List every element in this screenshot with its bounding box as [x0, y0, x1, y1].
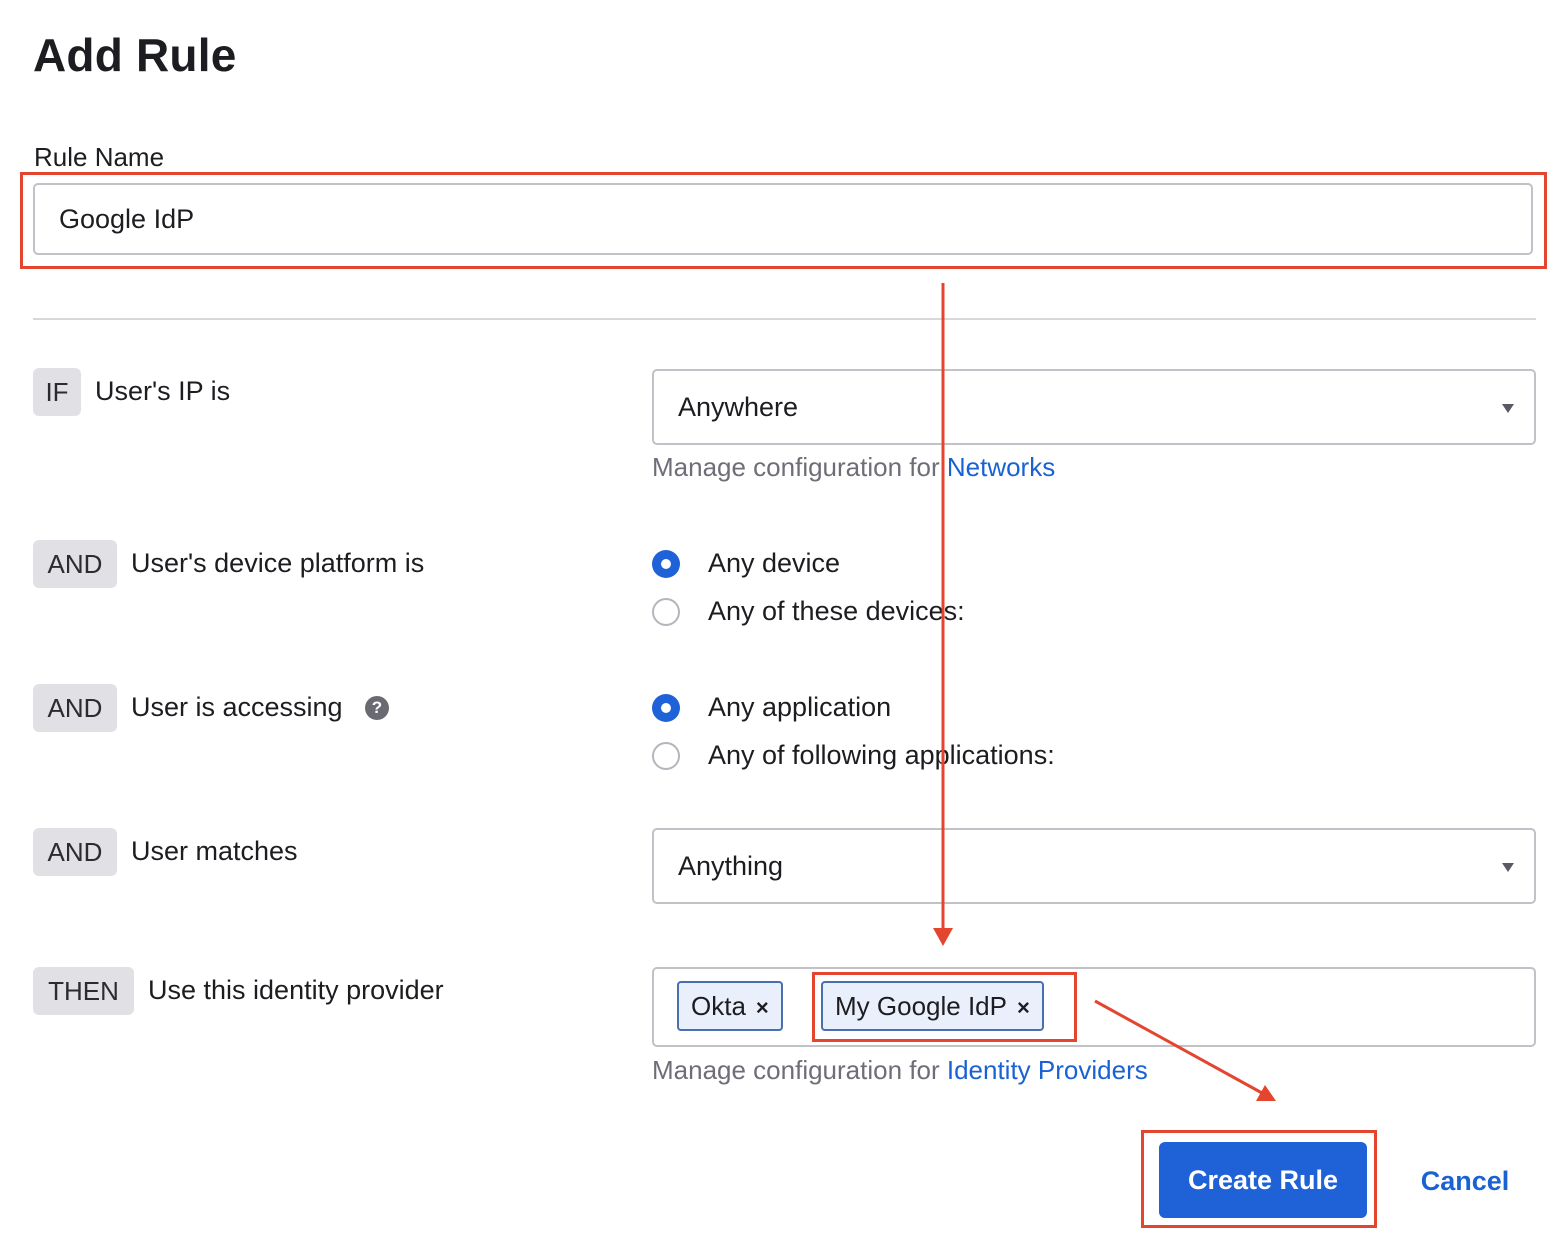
create-rule-button[interactable]: Create Rule — [1159, 1142, 1367, 1218]
chip-okta: Okta × — [677, 981, 783, 1031]
condition-label-user-matches: User matches — [131, 836, 298, 866]
condition-operator-and: AND — [33, 540, 117, 588]
cancel-button[interactable]: Cancel — [1405, 1155, 1525, 1207]
rule-name-input[interactable]: Google IdP — [33, 183, 1533, 255]
ip-select[interactable]: Anywhere — [652, 369, 1536, 445]
divider — [33, 318, 1536, 320]
chevron-down-icon — [1502, 404, 1514, 413]
help-icon[interactable]: ? — [365, 696, 389, 720]
networks-help-text: Manage configuration for Networks — [652, 452, 1055, 483]
condition-label-accessing: User is accessing — [131, 692, 343, 722]
chip-label: My Google IdP — [835, 991, 1007, 1021]
close-icon[interactable]: × — [1017, 995, 1030, 1020]
condition-label-identity-provider: Use this identity provider — [148, 975, 444, 1005]
user-matches-select[interactable]: Anything — [652, 828, 1536, 904]
radio-label-following-applications[interactable]: Any of following applications: — [708, 740, 1055, 771]
idp-help-prefix: Manage configuration for — [652, 1055, 940, 1085]
radio-label-any-application[interactable]: Any application — [708, 692, 891, 723]
condition-operator-and: AND — [33, 684, 117, 732]
identity-provider-multiselect[interactable] — [652, 967, 1536, 1047]
radio-any-of-these-devices[interactable] — [652, 598, 680, 626]
condition-label-device-platform: User's device platform is — [131, 548, 425, 578]
annotation-arrow — [933, 928, 953, 946]
chip-label: Okta — [691, 991, 746, 1021]
page-title: Add Rule — [33, 29, 237, 81]
condition-operator-and: AND — [33, 828, 117, 876]
identity-providers-link[interactable]: Identity Providers — [947, 1055, 1148, 1085]
idp-help-text: Manage configuration for Identity Provid… — [652, 1055, 1148, 1086]
rule-name-label: Rule Name — [34, 142, 165, 172]
chip-my-google-idp: My Google IdP × — [821, 981, 1044, 1031]
annotation-arrow — [1256, 1085, 1276, 1101]
condition-operator-then: THEN — [33, 967, 134, 1015]
ip-select-value: Anywhere — [678, 392, 799, 422]
chevron-down-icon — [1502, 863, 1514, 872]
radio-any-device[interactable] — [652, 550, 680, 578]
condition-label-ip: User's IP is — [95, 376, 231, 406]
networks-link[interactable]: Networks — [947, 452, 1055, 482]
radio-label-any-device[interactable]: Any device — [708, 548, 840, 579]
radio-following-applications[interactable] — [652, 742, 680, 770]
radio-any-application[interactable] — [652, 694, 680, 722]
condition-operator-if: IF — [33, 368, 81, 416]
user-matches-select-value: Anything — [678, 851, 784, 881]
radio-label-any-of-these-devices[interactable]: Any of these devices: — [708, 596, 965, 627]
networks-help-prefix: Manage configuration for — [652, 452, 940, 482]
close-icon[interactable]: × — [756, 995, 769, 1020]
